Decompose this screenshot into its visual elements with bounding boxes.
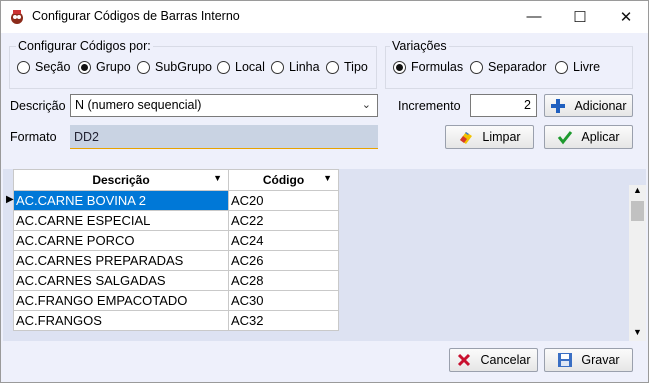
radio-label: Linha <box>289 60 320 74</box>
radio-label: SubGrupo <box>155 60 212 74</box>
incremento-label: Incremento <box>398 99 461 113</box>
table-row[interactable]: AC.CARNE BOVINA 2 AC20 <box>13 190 339 211</box>
radio-dot <box>393 60 406 74</box>
radio-dot <box>271 60 284 74</box>
radio-formulas[interactable]: Formulas <box>393 60 463 74</box>
vertical-scrollbar[interactable]: ▲ ▼ <box>629 185 646 341</box>
cell-descricao[interactable]: AC.CARNE PORCO <box>13 230 229 251</box>
radio-dot <box>326 60 339 74</box>
radio-separador[interactable]: Separador <box>470 60 546 74</box>
radio-label: Livre <box>573 60 601 74</box>
maximize-icon: ☐ <box>573 8 587 26</box>
cell-descricao[interactable]: AC.CARNE BOVINA 2 <box>13 190 229 211</box>
cell-descricao[interactable]: AC.CARNES SALGADAS <box>13 270 229 291</box>
close-icon: ✕ <box>619 8 633 26</box>
maximize-button[interactable]: ☐ <box>557 1 603 32</box>
save-disk-icon <box>557 352 573 368</box>
sort-arrow-icon: ▼ <box>213 173 222 183</box>
cell-descricao[interactable]: AC.FRANGO EMPACOTADO <box>13 290 229 311</box>
close-button[interactable]: ✕ <box>603 1 649 32</box>
aplicar-button[interactable]: Aplicar <box>544 125 633 149</box>
cell-descricao[interactable]: AC.CARNE ESPECIAL <box>13 210 229 231</box>
title-bar: Configurar Códigos de Barras Interno — ☐… <box>1 1 648 33</box>
column-header-label: Código <box>262 173 305 187</box>
descricao-label: Descrição <box>10 99 66 113</box>
formato-field[interactable]: DD2 <box>70 125 378 149</box>
radio-dot <box>555 60 568 74</box>
app-icon <box>8 8 26 26</box>
adicionar-label: Adicionar <box>574 98 627 113</box>
dialog-window: Configurar Códigos de Barras Interno — ☐… <box>0 0 649 383</box>
radio-subgrupo[interactable]: SubGrupo <box>137 60 212 74</box>
descricao-select[interactable]: N (numero sequencial) ⌄ <box>70 94 378 117</box>
formato-label: Formato <box>10 130 57 144</box>
limpar-label: Limpar <box>482 130 521 144</box>
table-row[interactable]: AC.CARNES PREPARADAS AC26 <box>13 250 339 271</box>
radio-dot <box>470 60 483 74</box>
cell-descricao[interactable]: AC.FRANGOS <box>13 310 229 331</box>
minimize-icon: — <box>526 8 542 25</box>
gravar-button[interactable]: Gravar <box>544 348 633 372</box>
grid-panel: Descrição ▼ Código ▼ AC.CARNE BOVINA 2 A… <box>3 169 646 341</box>
radio-dot <box>217 60 230 74</box>
minimize-button[interactable]: — <box>511 1 557 32</box>
scroll-up-icon[interactable]: ▲ <box>633 185 642 195</box>
incremento-input[interactable]: 2 <box>470 94 537 117</box>
radio-dot <box>78 60 91 74</box>
descricao-value: N (numero sequencial) <box>75 98 202 112</box>
radio-label: Separador <box>488 60 547 74</box>
variacoes-title: Variações <box>390 39 449 53</box>
radio-label: Formulas <box>411 60 464 74</box>
table-row[interactable]: AC.FRANGO EMPACOTADO AC30 <box>13 290 339 311</box>
radio-label: Local <box>235 60 265 74</box>
row-indicator-icon: ▶ <box>6 194 14 205</box>
eraser-icon <box>458 129 474 145</box>
column-header-descricao[interactable]: Descrição ▼ <box>13 169 229 191</box>
radio-label: Grupo <box>96 60 131 74</box>
cell-descricao[interactable]: AC.CARNES PREPARADAS <box>13 250 229 271</box>
radio-dot <box>137 60 150 74</box>
cell-codigo[interactable]: AC20 <box>228 190 339 211</box>
gravar-label: Gravar <box>581 353 620 367</box>
sort-arrow-icon: ▼ <box>323 173 332 183</box>
column-header-label: Descrição <box>92 173 150 187</box>
limpar-button[interactable]: Limpar <box>445 125 534 149</box>
aplicar-label: Aplicar <box>581 130 620 144</box>
radio-secao[interactable]: Seção <box>17 60 70 74</box>
table-row[interactable]: AC.FRANGOS AC32 <box>13 310 339 331</box>
window-title: Configurar Códigos de Barras Interno <box>32 9 240 23</box>
config-by-title: Configurar Códigos por: <box>16 39 153 53</box>
radio-livre[interactable]: Livre <box>555 60 600 74</box>
radio-dot <box>17 60 30 74</box>
cancelar-button[interactable]: Cancelar <box>449 348 538 372</box>
scroll-thumb[interactable] <box>631 201 644 221</box>
radio-linha[interactable]: Linha <box>271 60 320 74</box>
cell-codigo[interactable]: AC22 <box>228 210 339 231</box>
radio-local[interactable]: Local <box>217 60 265 74</box>
cell-codigo[interactable]: AC28 <box>228 270 339 291</box>
codes-table: Descrição ▼ Código ▼ AC.CARNE BOVINA 2 A… <box>13 169 339 331</box>
radio-label: Tipo <box>344 60 368 74</box>
cell-codigo[interactable]: AC32 <box>228 310 339 331</box>
scroll-down-icon[interactable]: ▼ <box>633 327 642 337</box>
table-row[interactable]: AC.CARNES SALGADAS AC28 <box>13 270 339 291</box>
radio-tipo[interactable]: Tipo <box>326 60 368 74</box>
table-row[interactable]: AC.CARNE PORCO AC24 <box>13 230 339 251</box>
column-header-codigo[interactable]: Código ▼ <box>228 169 339 191</box>
cell-codigo[interactable]: AC30 <box>228 290 339 311</box>
cancelar-label: Cancelar <box>480 353 531 367</box>
close-x-icon <box>456 352 472 368</box>
cell-codigo[interactable]: AC24 <box>228 230 339 251</box>
radio-label: Seção <box>35 60 71 74</box>
cell-codigo[interactable]: AC26 <box>228 250 339 271</box>
checkmark-icon <box>557 129 573 145</box>
formato-value: DD2 <box>74 130 100 144</box>
plus-icon <box>550 98 566 114</box>
adicionar-button[interactable]: Adicionar <box>544 94 633 117</box>
chevron-down-icon: ⌄ <box>361 99 371 111</box>
table-row[interactable]: AC.CARNE ESPECIAL AC22 <box>13 210 339 231</box>
radio-grupo[interactable]: Grupo <box>78 60 131 74</box>
